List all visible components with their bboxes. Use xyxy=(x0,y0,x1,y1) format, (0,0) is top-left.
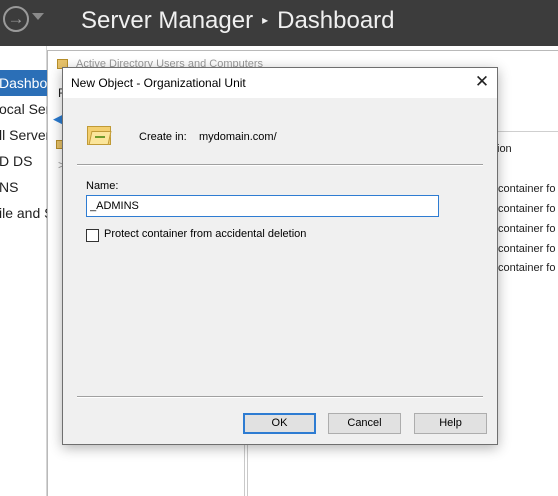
desktop: → Server Manager ▸ Dashboard Dashboa ocal … xyxy=(0,0,558,496)
name-input[interactable] xyxy=(86,195,439,217)
list-item[interactable]: container fo xyxy=(498,203,555,215)
breadcrumb-app: Server Manager xyxy=(81,7,254,34)
list-item[interactable]: container fo xyxy=(498,262,555,274)
create-in-value: mydomain.com/ xyxy=(199,131,277,143)
list-item[interactable]: container fo xyxy=(498,223,555,235)
create-in-label: Create in: xyxy=(139,131,187,143)
chevron-down-icon[interactable] xyxy=(32,13,44,20)
pane-splitter[interactable] xyxy=(244,441,248,496)
protect-checkbox-label[interactable]: Protect container from accidental deleti… xyxy=(104,228,306,240)
aduc-pane-divider xyxy=(488,131,558,132)
dialog-title: New Object - Organizational Unit xyxy=(71,76,246,90)
list-item[interactable]: container fo xyxy=(498,243,555,255)
back-arrow-icon[interactable]: → xyxy=(3,6,29,32)
new-ou-dialog: New Object - Organizational Unit ✕ Creat… xyxy=(62,67,498,445)
dialog-titlebar: New Object - Organizational Unit ✕ xyxy=(63,68,497,98)
protect-checkbox[interactable] xyxy=(86,229,99,242)
help-button[interactable]: Help xyxy=(414,413,487,434)
ok-button[interactable]: OK xyxy=(243,413,316,434)
list-column-header-description[interactable]: ion xyxy=(497,143,512,155)
list-item[interactable]: container fo xyxy=(498,183,555,195)
server-manager-sidebar: Dashboa ocal Ser ll Server D DS NS ile a… xyxy=(0,46,59,496)
server-manager-titlebar: → Server Manager ▸ Dashboard xyxy=(0,0,558,46)
name-label: Name: xyxy=(86,180,119,192)
cancel-button[interactable]: Cancel xyxy=(328,413,401,434)
divider xyxy=(77,396,483,398)
breadcrumb: Server Manager ▸ Dashboard xyxy=(81,5,395,37)
organizational-unit-icon xyxy=(85,122,113,148)
breadcrumb-page: Dashboard xyxy=(277,7,395,34)
close-icon[interactable]: ✕ xyxy=(469,71,495,95)
breadcrumb-separator-icon: ▸ xyxy=(262,13,269,27)
divider xyxy=(77,164,483,166)
